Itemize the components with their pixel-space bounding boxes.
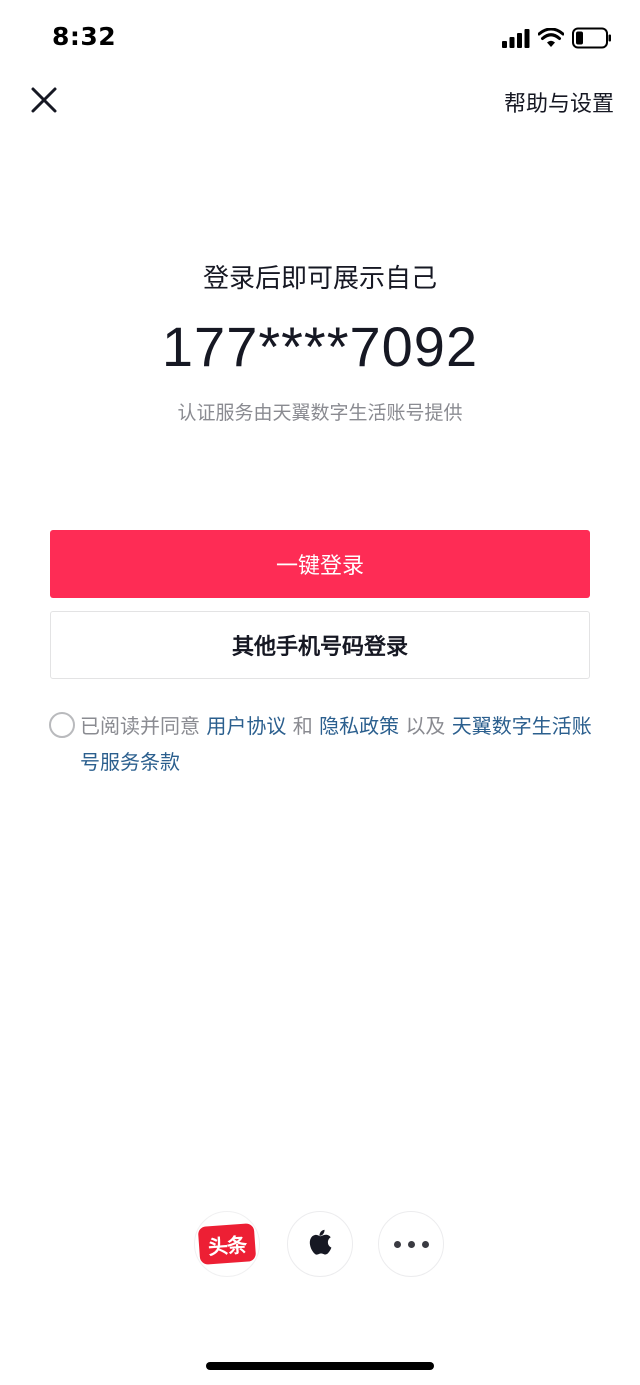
user-agreement-link[interactable]: 用户协议 <box>206 714 286 738</box>
provider-note: 认证服务由天翼数字生活账号提供 <box>177 402 463 424</box>
battery-low-icon <box>572 27 611 49</box>
home-indicator[interactable] <box>206 1362 434 1370</box>
agreement-as-well-as: 以及 <box>405 714 446 738</box>
page-headline: 登录后即可展示自己 <box>202 264 437 294</box>
signal-bars-icon <box>502 29 530 48</box>
other-phone-login-button[interactable]: 其他手机号码登录 <box>50 611 590 679</box>
one-click-login-button[interactable]: 一键登录 <box>50 530 590 598</box>
privacy-policy-link[interactable]: 隐私政策 <box>319 714 399 738</box>
agreement-prefix: 已阅读并同意 <box>80 714 200 738</box>
help-settings-link[interactable]: 帮助与设置 <box>504 86 614 118</box>
more-login-options-button[interactable] <box>378 1211 444 1277</box>
agreement-checkbox[interactable] <box>49 712 75 738</box>
wifi-icon <box>538 28 564 47</box>
status-icons <box>502 26 612 50</box>
more-dots-icon <box>393 1240 429 1248</box>
apple-login-button[interactable] <box>287 1211 353 1277</box>
apple-icon <box>309 1229 332 1255</box>
toutiao-login-button[interactable]: 头条 <box>194 1211 260 1277</box>
close-icon <box>31 87 57 113</box>
status-time: 8:32 <box>52 22 117 51</box>
masked-phone-number: 177****7092 <box>161 315 479 378</box>
agreement-and: 和 <box>292 714 313 738</box>
agreement-text: 已阅读并同意 用户协议 和 隐私政策 以及 天翼数字生活账号服务条款 <box>80 708 600 780</box>
toutiao-logo-icon: 头条 <box>197 1223 257 1265</box>
close-button[interactable] <box>28 84 60 116</box>
